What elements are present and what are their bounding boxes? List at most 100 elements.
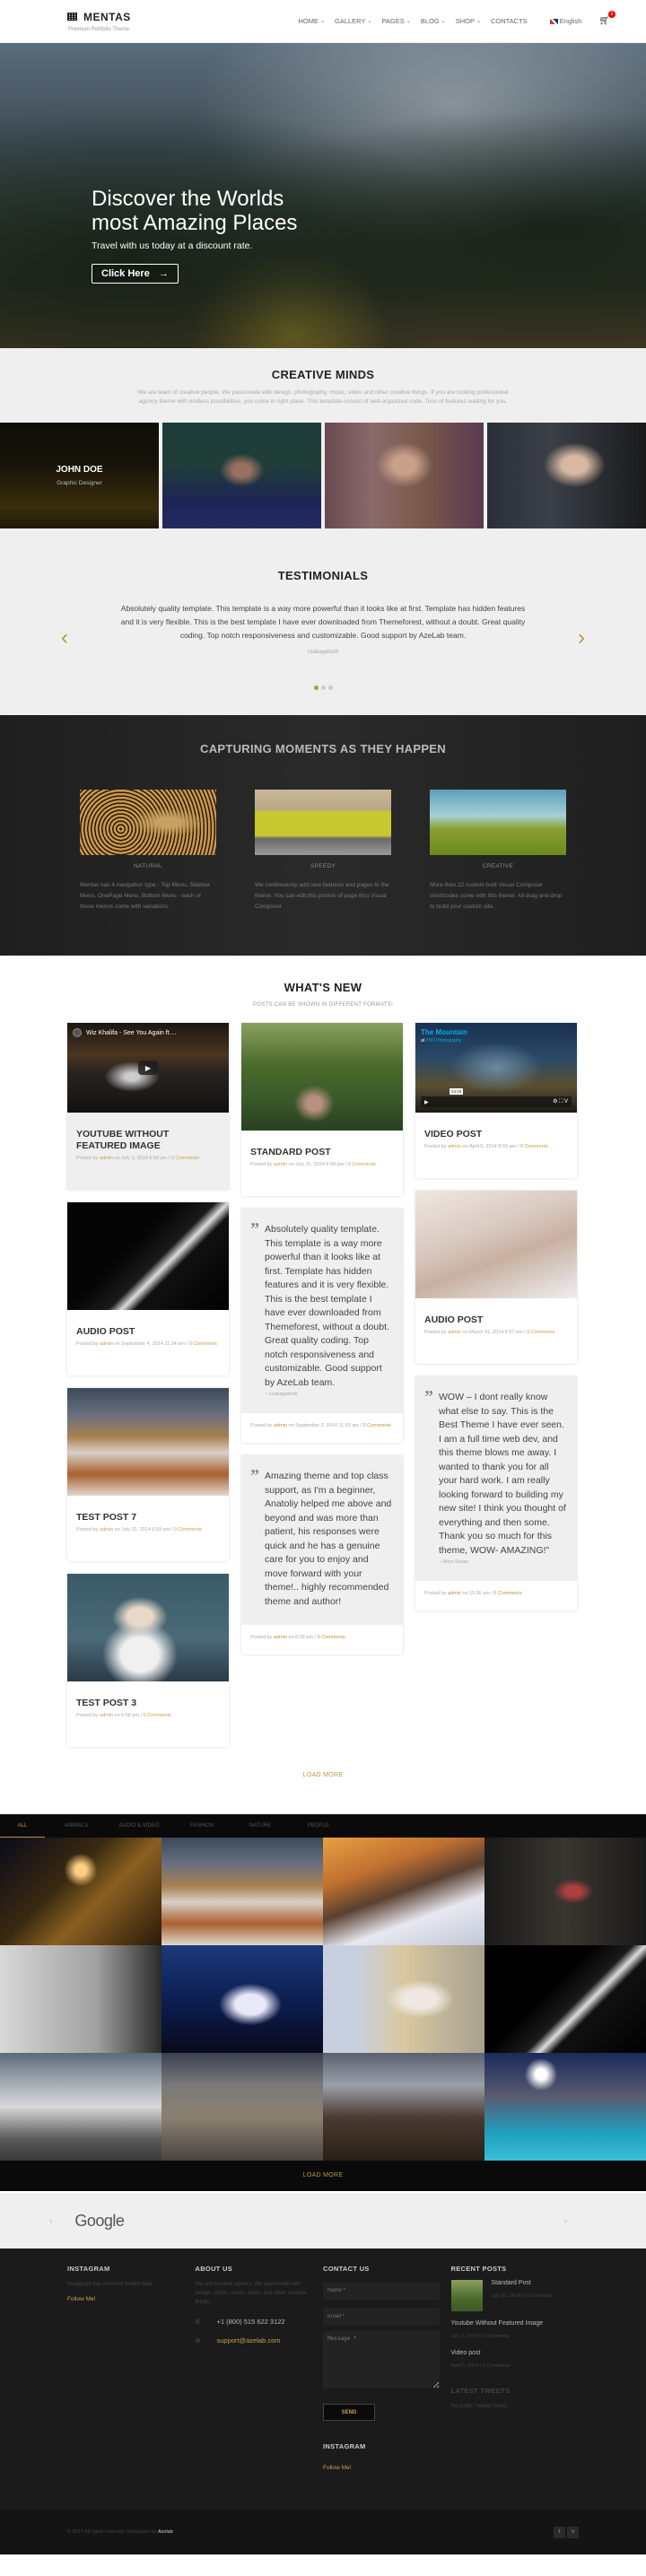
gallery-item[interactable] <box>162 2053 323 2161</box>
author-link[interactable]: admin <box>448 1591 461 1596</box>
name-field[interactable] <box>323 2282 440 2300</box>
post-image[interactable] <box>67 1574 229 1681</box>
comments-link[interactable]: 0 Comments <box>171 1156 199 1161</box>
comments-link[interactable]: 0 Comments <box>348 1162 376 1167</box>
prev-arrow-icon[interactable]: ‹ <box>61 625 68 651</box>
byline-author[interactable]: TSO Photography <box>425 1038 461 1043</box>
message-field[interactable] <box>323 2331 440 2388</box>
author-link[interactable]: admin <box>448 1330 461 1335</box>
post-image[interactable] <box>67 1388 229 1496</box>
next-arrow-icon[interactable]: › <box>578 625 585 651</box>
vimeo-embed[interactable]: The Mountain at TSO Photography 03:09 ▶ ⚙… <box>415 1023 577 1113</box>
cart-button[interactable]: 🛒︎ 0 <box>598 11 615 26</box>
post-image[interactable] <box>415 1191 577 1298</box>
meta-prefix: Posted by <box>76 1156 100 1161</box>
developer-link[interactable]: Azelab <box>158 2529 173 2535</box>
team-member-card[interactable]: JOHN DOE Graphic Designer <box>0 423 159 528</box>
vimeo-icon[interactable]: v <box>567 2526 579 2538</box>
tab-all[interactable]: ALL <box>0 1816 45 1838</box>
author-link[interactable]: admin <box>100 1156 113 1161</box>
logo[interactable]: MENTAS Premium Portfolio Theme <box>67 11 131 32</box>
post-meta: Posted by admin on 6:58 pm / 0 Comments <box>76 1712 220 1720</box>
next-arrow-icon[interactable]: › <box>564 2216 567 2226</box>
client-logo-google[interactable]: Google <box>74 2212 125 2231</box>
gallery-item[interactable] <box>0 1945 162 2053</box>
gallery-item[interactable] <box>0 2053 162 2161</box>
gallery-item[interactable] <box>162 1838 323 1945</box>
language-selector[interactable]: English <box>549 17 581 25</box>
load-more-posts-button[interactable]: LOAD MORE <box>0 1747 646 1814</box>
post-image[interactable] <box>67 1202 229 1310</box>
slider-dot[interactable] <box>320 685 326 690</box>
nav-contacts[interactable]: CONTACTS <box>491 17 528 25</box>
nav-shop[interactable]: SHOP ⌄ <box>456 17 481 25</box>
team-member-card[interactable] <box>325 423 484 528</box>
gallery-item[interactable] <box>484 1945 646 2053</box>
author-link[interactable]: admin <box>100 1341 113 1347</box>
menu-grid-icon[interactable] <box>67 13 77 21</box>
post-title[interactable]: VIDEO POST <box>424 1129 568 1140</box>
author-link[interactable]: admin <box>274 1162 287 1167</box>
email-field[interactable] <box>323 2308 440 2325</box>
gallery-item[interactable] <box>484 1838 646 1945</box>
comments-link[interactable]: 0 Comments <box>144 1713 171 1718</box>
recent-post-item[interactable]: Standard Post July 31, 2014 / 0 Comments <box>450 2280 580 2311</box>
post-title[interactable]: YOUTUBE WITHOUT FEATURED IMAGE <box>76 1129 220 1152</box>
post-title[interactable]: TEST POST 3 <box>76 1698 220 1709</box>
team-member-card[interactable] <box>487 423 646 528</box>
tab-animals[interactable]: ANIMALS <box>45 1816 108 1836</box>
prev-arrow-icon[interactable]: ‹ <box>49 2216 52 2226</box>
gallery-item[interactable] <box>484 2053 646 2161</box>
gallery-item[interactable] <box>0 1838 162 1945</box>
tab-nature[interactable]: NATURE <box>233 1816 287 1836</box>
post-image[interactable] <box>241 1023 403 1131</box>
settings-fullscreen-vimeo-icons[interactable]: ⚙ ⛶ V <box>553 1098 568 1105</box>
tab-fashion[interactable]: FASHION <box>170 1816 233 1836</box>
follow-me-link[interactable]: Follow Me! <box>323 2465 351 2471</box>
post-title[interactable]: AUDIO POST <box>76 1326 220 1338</box>
play-icon[interactable]: ▶ <box>138 1061 158 1075</box>
author-link[interactable]: admin <box>274 1423 287 1428</box>
follow-me-link[interactable]: Follow Me! <box>67 2296 95 2302</box>
phone-number[interactable]: +1 (800) 515 622 3122 <box>217 2318 285 2326</box>
recent-post-item[interactable]: Video post April 5, 2014 / 0 Comments <box>451 2350 580 2369</box>
author-link[interactable]: admin <box>274 1635 287 1640</box>
slider-dot[interactable] <box>327 685 333 690</box>
comments-link[interactable]: 0 Comments <box>493 1591 521 1596</box>
comments-link[interactable]: 0 Comments <box>318 1635 345 1640</box>
email-link[interactable]: support@azelab.com <box>217 2336 281 2345</box>
post-title[interactable]: AUDIO POST <box>424 1314 568 1326</box>
nav-gallery[interactable]: GALLERY ⌄ <box>335 17 372 25</box>
team-member-card[interactable] <box>162 423 321 528</box>
author-link[interactable]: admin <box>448 1144 461 1149</box>
comments-link[interactable]: 0 Comments <box>174 1527 202 1533</box>
play-icon[interactable]: ▶ <box>424 1099 429 1105</box>
recent-post-title[interactable]: Youtube Without Featured Image <box>451 2320 580 2327</box>
nav-blog[interactable]: BLOG ⌄ <box>421 17 446 25</box>
recent-post-title[interactable]: Video post <box>451 2350 580 2356</box>
nav-home[interactable]: HOME ⌄ <box>298 17 325 25</box>
comments-link[interactable]: 0 Comments <box>189 1341 217 1347</box>
tab-audio-video[interactable]: AUDIO & VIDEO <box>108 1816 170 1836</box>
youtube-embed[interactable]: Wiz Khalifa - See You Again ft.... ▶ <box>67 1023 229 1113</box>
tab-people[interactable]: PEOPLE <box>287 1816 350 1836</box>
comments-link[interactable]: 0 Comments <box>520 1144 548 1149</box>
gallery-item[interactable] <box>323 1945 484 2053</box>
comments-link[interactable]: 0 Comments <box>363 1423 391 1428</box>
gallery-item[interactable] <box>323 1838 484 1945</box>
author-link[interactable]: admin <box>100 1713 113 1718</box>
load-more-gallery-button[interactable]: LOAD MORE <box>0 2161 646 2191</box>
gallery-item[interactable] <box>162 1945 323 2053</box>
click-here-button[interactable]: Click Here → <box>92 264 179 284</box>
comments-link[interactable]: 0 Comments <box>527 1330 554 1335</box>
recent-post-item[interactable]: Youtube Without Featured Image July 3, 20… <box>451 2320 580 2339</box>
post-title[interactable]: TEST POST 7 <box>76 1512 220 1524</box>
slider-dot-active[interactable] <box>313 685 319 690</box>
nav-pages[interactable]: PAGES ⌄ <box>381 17 410 25</box>
author-link[interactable]: admin <box>100 1527 113 1533</box>
send-button[interactable]: SEND <box>323 2404 375 2421</box>
post-title[interactable]: STANDARD POST <box>250 1147 394 1158</box>
gallery-item[interactable] <box>323 2053 484 2161</box>
twitter-icon[interactable]: t <box>554 2526 565 2538</box>
recent-post-title[interactable]: Standard Post <box>492 2280 553 2286</box>
